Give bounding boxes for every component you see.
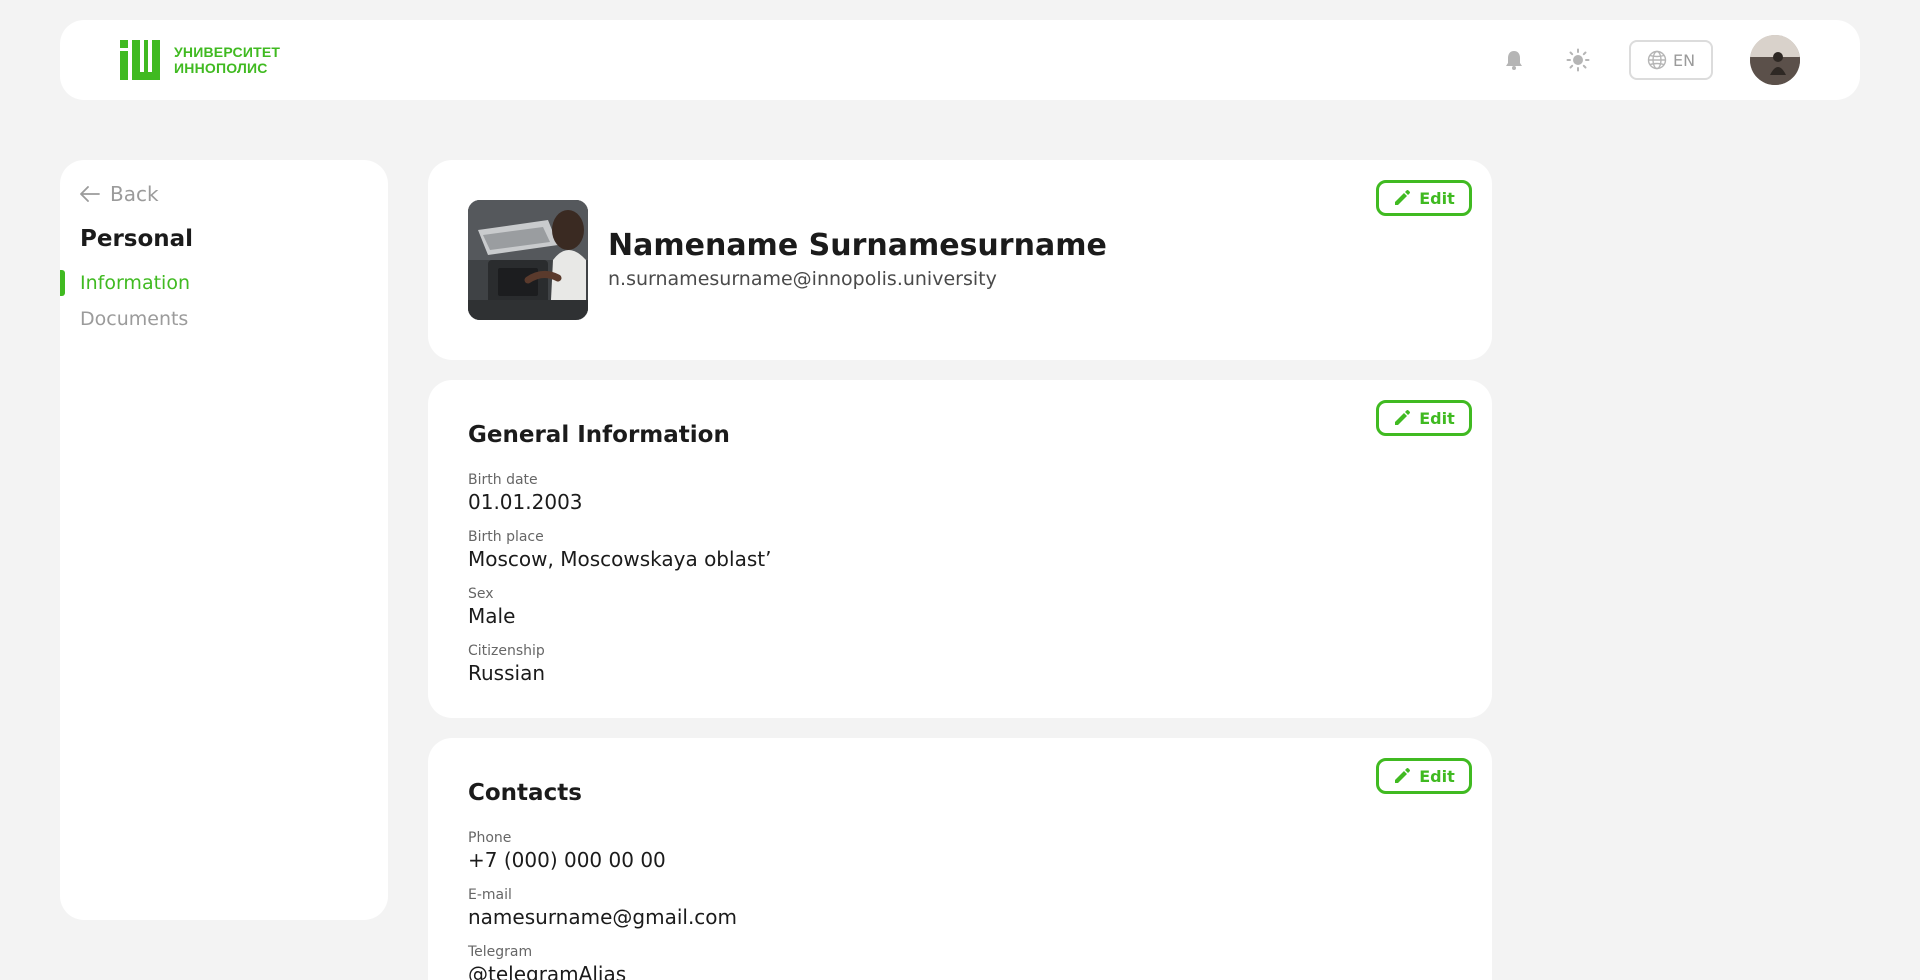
field-value-birth-date: 01.01.2003 (468, 490, 583, 514)
profile-photo (468, 200, 588, 320)
field-label-birth-place: Birth place (468, 529, 544, 545)
profile-name: Namename Surnamesurname (608, 228, 1107, 263)
edit-label: Edit (1419, 408, 1455, 428)
theme-toggle-button[interactable] (1564, 46, 1592, 74)
section-title: Contacts (468, 780, 582, 806)
field-label-email: E-mail (468, 887, 512, 903)
pencil-icon (1395, 190, 1411, 205)
field-value-phone: +7 (000) 000 00 00 (468, 848, 666, 872)
field-value-citizenship: Russian (468, 661, 546, 685)
logo-line-1: УНИВЕРСИТЕТ (174, 44, 281, 60)
sidebar-item-information[interactable]: Information (80, 272, 190, 294)
innopolis-logo-icon (120, 40, 160, 80)
profile-photo-image (468, 200, 588, 320)
profile-card: Namename Surnamesurname n.surnamesurname… (428, 160, 1492, 360)
field-label-birth-date: Birth date (468, 472, 538, 488)
university-logo[interactable]: УНИВЕРСИТЕТ ИННОПОЛИС (120, 40, 280, 80)
logo-text: УНИВЕРСИТЕТ ИННОПОЛИС (174, 44, 280, 76)
sidebar-heading: Personal (80, 226, 194, 252)
contacts-card: Contacts Edit Phone +7 (000) 000 00 00 E… (428, 738, 1492, 980)
avatar-image (1750, 35, 1800, 85)
edit-label: Edit (1419, 766, 1455, 786)
edit-contacts-button[interactable]: Edit (1376, 758, 1472, 794)
field-value-sex: Male (468, 604, 516, 628)
field-value-email: namesurname@gmail.com (468, 905, 738, 929)
field-value-telegram: @telegramAlias (468, 962, 627, 980)
globe-icon (1647, 50, 1667, 70)
back-label: Back (110, 182, 159, 206)
sidebar-item-documents[interactable]: Documents (80, 308, 188, 330)
sidebar: Back Personal Information Documents (60, 160, 388, 920)
language-label: EN (1672, 50, 1696, 70)
pencil-icon (1395, 768, 1411, 783)
sun-icon (1566, 48, 1590, 72)
field-label-telegram: Telegram (468, 944, 533, 960)
edit-general-button[interactable]: Edit (1376, 400, 1472, 436)
back-link[interactable]: Back (80, 182, 159, 206)
user-avatar[interactable] (1750, 35, 1800, 85)
language-selector[interactable]: EN (1629, 40, 1713, 80)
field-label-phone: Phone (468, 830, 512, 846)
bell-icon (1506, 51, 1522, 70)
field-label-sex: Sex (468, 586, 494, 602)
section-title: General Information (468, 422, 730, 448)
notifications-button[interactable] (1500, 46, 1528, 74)
edit-profile-button[interactable]: Edit (1376, 180, 1472, 216)
field-label-citizenship: Citizenship (468, 643, 545, 659)
top-bar: УНИВЕРСИТЕТ ИННОПОЛИС EN (60, 20, 1860, 100)
field-value-birth-place: Moscow, Moscowskaya oblast’ (468, 547, 772, 571)
general-information-card: General Information Edit Birth date 01.0… (428, 380, 1492, 718)
arrow-left-icon (80, 186, 100, 202)
logo-line-2: ИННОПОЛИС (174, 60, 268, 76)
pencil-icon (1395, 410, 1411, 425)
edit-label: Edit (1419, 188, 1455, 208)
profile-email: n.surnamesurname@innopolis.university (608, 268, 997, 290)
active-indicator (60, 270, 65, 296)
